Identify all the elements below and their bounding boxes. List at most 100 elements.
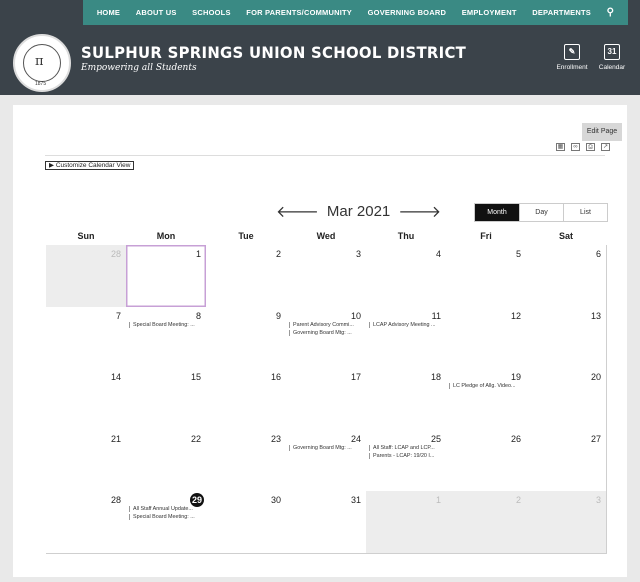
day-cell[interactable]: 6 bbox=[526, 245, 607, 308]
site-tagline: Empowering all Students bbox=[81, 63, 197, 73]
nav-item-departments[interactable]: DEPARTMENTS bbox=[532, 8, 591, 17]
day-cell[interactable]: 9 bbox=[206, 306, 287, 370]
day-cell[interactable]: 28 bbox=[46, 245, 127, 308]
weekday-header: Wed bbox=[316, 231, 336, 241]
day-number: 3 bbox=[355, 249, 361, 259]
enrollment-label: Enrollment bbox=[556, 64, 588, 71]
day-number: 7 bbox=[115, 310, 121, 321]
weekday-header: Tue bbox=[238, 231, 254, 241]
district-logo[interactable]: π 1875 bbox=[13, 34, 71, 92]
day-cell[interactable]: 3 bbox=[286, 245, 367, 308]
top-navigation: HOME ABOUT US SCHOOLS FOR PARENTS/COMMUNITY… bbox=[0, 0, 640, 25]
day-number: 6 bbox=[595, 249, 601, 259]
day-cell[interactable]: 7 bbox=[46, 306, 127, 370]
divider bbox=[45, 155, 605, 156]
customize-calendar-button[interactable]: ▶ Customize Calendar View bbox=[45, 161, 135, 170]
day-cell[interactable]: 15 bbox=[126, 368, 207, 431]
day-number: 2 bbox=[275, 249, 281, 259]
day-number: 3 bbox=[595, 495, 601, 506]
site-title[interactable]: SULPHUR SPRINGS UNION SCHOOL DISTRICT bbox=[81, 43, 466, 62]
day-number: 8 bbox=[195, 310, 201, 321]
day-cell[interactable]: 13 bbox=[526, 306, 607, 370]
calendar-event[interactable]: All Staff Annual Update... bbox=[129, 506, 203, 513]
day-number: 4 bbox=[435, 249, 441, 259]
calendar-link[interactable]: 31 Calendar bbox=[597, 44, 627, 71]
calendar-icon: 31 bbox=[604, 44, 620, 60]
print-icon[interactable]: ⎙ bbox=[586, 143, 595, 151]
month-title: Mar 2021 bbox=[326, 203, 391, 220]
calendar-event[interactable]: Parent Advisory Commi... bbox=[289, 321, 363, 328]
edit-page-button[interactable]: Edit Page bbox=[582, 123, 622, 141]
calendar-event[interactable]: Special Board Meeting: ... bbox=[129, 321, 203, 328]
day-number: 25 bbox=[430, 433, 441, 444]
nav-item-employment[interactable]: EMPLOYMENT bbox=[462, 8, 517, 17]
enrollment-link[interactable]: ✎ Enrollment bbox=[556, 44, 588, 71]
day-number: 11 bbox=[431, 310, 441, 321]
calendar-event[interactable]: LCAP Advisory Meeting ... bbox=[369, 321, 443, 328]
external-link-icon[interactable]: ↗ bbox=[601, 143, 610, 151]
view-list-button[interactable]: List bbox=[563, 204, 607, 221]
day-cell[interactable]: 17 bbox=[286, 368, 367, 431]
calendar-event[interactable]: LC Pledge of Allg. Video... bbox=[449, 383, 523, 390]
calendar-event[interactable]: Governing Board Mtg: ... bbox=[289, 444, 363, 451]
nav-item-schools[interactable]: SCHOOLS bbox=[192, 8, 231, 17]
day-cell[interactable]: 30 bbox=[206, 491, 287, 554]
day-cell[interactable]: 14 bbox=[46, 368, 127, 431]
day-cell[interactable]: 12 bbox=[446, 306, 527, 370]
view-month-button[interactable]: Month bbox=[475, 204, 519, 221]
day-cell[interactable]: 1 bbox=[126, 245, 207, 308]
previous-month-arrow-icon[interactable]: 🡐 bbox=[276, 201, 319, 222]
nav-item-home[interactable]: HOME bbox=[97, 8, 120, 17]
day-cell[interactable]: 1 bbox=[366, 491, 447, 554]
day-number: 18 bbox=[430, 372, 441, 383]
day-number: 26 bbox=[510, 433, 521, 444]
next-month-arrow-icon[interactable]: 🡒 bbox=[398, 201, 441, 222]
day-cell[interactable]: 28 bbox=[46, 491, 127, 554]
day-number: 27 bbox=[590, 433, 601, 444]
view-day-button[interactable]: Day bbox=[519, 204, 563, 221]
customize-label: Customize Calendar View bbox=[55, 162, 131, 169]
weekday-header: Fri bbox=[480, 231, 492, 241]
day-cell[interactable]: 27 bbox=[526, 429, 607, 493]
calendar-event[interactable]: Special Board Meeting: ... bbox=[129, 514, 203, 521]
day-cell[interactable]: 19 LC Pledge of Allg. Video... bbox=[446, 368, 527, 431]
day-number: 19 bbox=[510, 372, 521, 383]
calendar-event[interactable]: Parents - LCAP: 19/20 I... bbox=[369, 452, 443, 459]
day-number: 24 bbox=[350, 433, 361, 444]
weekday-header: Thu bbox=[397, 231, 415, 241]
day-number: 1 bbox=[435, 495, 441, 506]
day-cell[interactable]: 2 bbox=[206, 245, 287, 308]
calendar-icon[interactable]: ▦ bbox=[556, 143, 565, 151]
day-cell[interactable]: 3 bbox=[526, 491, 607, 554]
day-number: 10 bbox=[350, 310, 361, 321]
day-cell[interactable]: 21 bbox=[46, 429, 127, 493]
nav-item-governing-board[interactable]: GOVERNING BOARD bbox=[368, 8, 446, 17]
day-cell[interactable]: 22 bbox=[126, 429, 207, 493]
day-cell[interactable]: 23 bbox=[206, 429, 287, 493]
day-cell[interactable]: 25 All Staff: LCAP and LCP... Parents - LC… bbox=[366, 429, 447, 493]
calendar-grid: 28 1 2 3 4 5 6 7 8 Special Board Meeting: ... 9 10 P… bbox=[46, 245, 607, 554]
day-cell[interactable]: 5 bbox=[446, 245, 527, 308]
day-cell[interactable]: 10 Parent Advisory Commi... Governing Boar… bbox=[286, 306, 367, 370]
day-cell[interactable]: 2 bbox=[446, 491, 527, 554]
day-cell[interactable]: 8 Special Board Meeting: ... bbox=[126, 306, 207, 370]
day-cell[interactable]: 16 bbox=[206, 368, 287, 431]
day-cell[interactable]: 18 bbox=[366, 368, 447, 431]
day-cell[interactable]: 29 All Staff Annual Update... Special Boar… bbox=[126, 491, 207, 554]
main-menu: HOME ABOUT US SCHOOLS FOR PARENTS/COMMUNITY… bbox=[83, 0, 628, 25]
calendar-event[interactable]: All Staff: LCAP and LCP... bbox=[369, 444, 443, 451]
calendar-event[interactable]: Governing Board Mtg: ... bbox=[289, 329, 363, 336]
day-cell[interactable]: 11 LCAP Advisory Meeting ... bbox=[366, 306, 447, 370]
day-number: 2 bbox=[515, 495, 521, 506]
day-number: 22 bbox=[190, 433, 201, 444]
nav-item-about-us[interactable]: ABOUT US bbox=[136, 8, 177, 17]
search-icon[interactable]: ⚲ bbox=[607, 7, 615, 18]
day-cell[interactable]: 20 bbox=[526, 368, 607, 431]
weekday-header: Sat bbox=[558, 231, 573, 241]
day-cell[interactable]: 24 Governing Board Mtg: ... bbox=[286, 429, 367, 493]
link-icon[interactable]: ∞ bbox=[571, 143, 580, 151]
day-cell[interactable]: 4 bbox=[366, 245, 447, 308]
day-cell[interactable]: 31 bbox=[286, 491, 367, 554]
day-cell[interactable]: 26 bbox=[446, 429, 527, 493]
nav-item-for-parents-community[interactable]: FOR PARENTS/COMMUNITY bbox=[246, 8, 352, 17]
